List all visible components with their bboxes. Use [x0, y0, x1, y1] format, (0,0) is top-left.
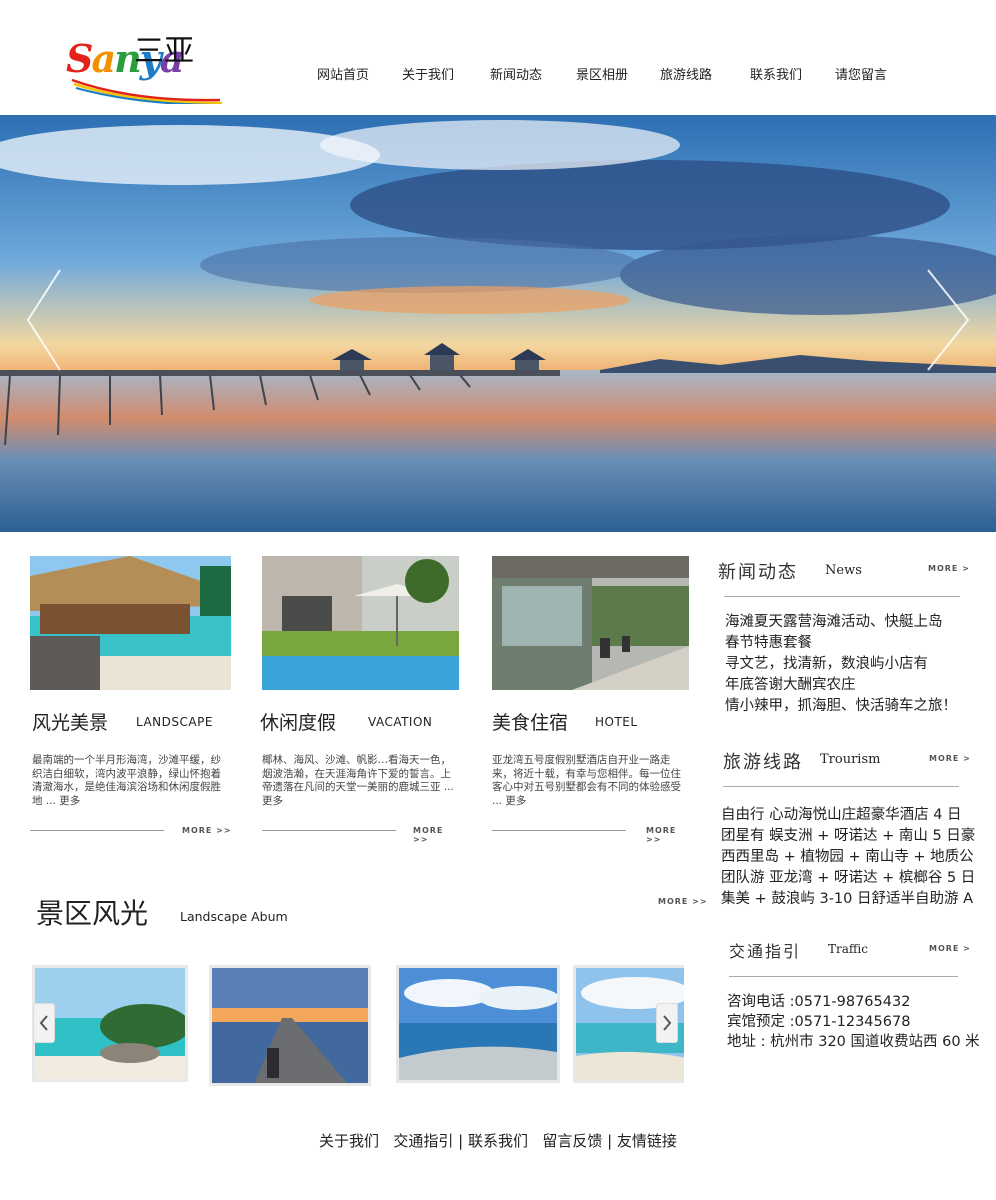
- feature-subtitle-vacation: VACATION: [368, 715, 433, 729]
- traffic-heading: 交通指引: [729, 942, 802, 961]
- booking-text: 宾馆预定 :0571-12345678: [727, 1014, 911, 1030]
- feature-title-landscape: 风光美景: [32, 712, 109, 734]
- news-section-header: 新闻动态 News MORE >: [718, 556, 978, 600]
- hotel-thumbnail-image[interactable]: [492, 556, 689, 690]
- album-more-link[interactable]: MORE >>: [658, 897, 708, 906]
- routes-section-header: 旅游线路 Trourism MORE >: [723, 746, 983, 790]
- news-item[interactable]: 海滩夏天露营海滩活动、快艇上岛: [725, 612, 987, 633]
- traffic-section-header: 交通指引 Traffic MORE >: [729, 937, 979, 981]
- site-footer: 关于我们 交通指引 | 联系我们 留言反馈 | 友情链接: [319, 1132, 677, 1150]
- nav-news[interactable]: 新闻动态: [490, 64, 542, 83]
- nav-routes[interactable]: 旅游线路: [660, 64, 712, 83]
- traffic-list: 咨询电话 :0571-98765432 宾馆预定 :0571-12345678 …: [727, 992, 989, 1052]
- feature-subtitle-landscape: LANDSCAPE: [136, 715, 213, 729]
- landscape-thumbnail-image[interactable]: [30, 556, 231, 690]
- divider: [729, 976, 958, 977]
- feature-card-landscape[interactable]: 风光美景 LANDSCAPE 最南端的一个半月形海湾，沙滩平缓，纱织洁白细软，湾…: [30, 556, 232, 846]
- news-list: 海滩夏天露营海滩活动、快艇上岛 春节特惠套餐 寻文艺，找清新，数浪屿小店有 年底…: [725, 612, 987, 717]
- traffic-heading-en: Traffic: [828, 942, 868, 956]
- address-text: 地址 : 杭州市 320 国道收费站西 60 米: [727, 1034, 980, 1050]
- news-heading-en: News: [825, 563, 862, 578]
- album-next-button[interactable]: [656, 1003, 678, 1043]
- route-item[interactable]: 西西里岛 + 植物园 + 南山寺 + 地质公: [721, 847, 977, 868]
- footer-link-about[interactable]: 关于我们: [319, 1132, 379, 1150]
- footer-link-traffic[interactable]: 交通指引: [393, 1132, 453, 1150]
- divider: [492, 830, 626, 831]
- chevron-right-icon[interactable]: [922, 265, 972, 375]
- footer-link-contact[interactable]: 联系我们: [468, 1132, 528, 1150]
- more-link-hotel[interactable]: MORE >>: [646, 826, 690, 844]
- news-item[interactable]: 春节特惠套餐: [725, 633, 987, 654]
- route-item[interactable]: 自由行 心动海悦山庄超豪华酒店 4 日: [721, 805, 977, 826]
- routes-heading: 旅游线路: [723, 752, 803, 773]
- feature-desc-landscape: 最南端的一个半月形海湾，沙滩平缓，纱织洁白细软，湾内波平浪静，绿山怀抱着清澈海水…: [32, 754, 221, 807]
- vacation-thumbnail-image[interactable]: [262, 556, 459, 690]
- divider: [724, 596, 960, 597]
- feature-desc-vacation: 椰林、海风、沙滩、帆影…看海天一色，烟波浩瀚，在天涯海角许下爱的誓言。上帝遗落在…: [262, 754, 454, 807]
- album-carousel: [32, 963, 684, 1087]
- album-prev-button[interactable]: [33, 1003, 55, 1043]
- feature-card-vacation[interactable]: 休闲度假 VACATION 椰林、海风、沙滩、帆影…看海天一色，烟波浩瀚，在天涯…: [260, 556, 460, 846]
- nav-about[interactable]: 关于我们: [402, 64, 454, 83]
- more-link-vacation[interactable]: MORE >>: [413, 826, 460, 844]
- chevron-left-icon: [39, 1015, 48, 1031]
- sanya-logo[interactable]: Sanya 三亚: [64, 24, 224, 108]
- nav-album[interactable]: 景区相册: [576, 64, 628, 83]
- chevron-left-icon[interactable]: [20, 265, 70, 375]
- routes-list: 自由行 心动海悦山庄超豪华酒店 4 日 团星有 蜈支洲 + 呀诺达 + 南山 5…: [721, 805, 977, 910]
- news-item[interactable]: 情小辣甲，抓海胆、快活骑车之旅！: [725, 696, 987, 717]
- hero-banner: [0, 115, 996, 532]
- routes-more-link[interactable]: MORE >: [929, 754, 971, 763]
- album-photo[interactable]: [396, 965, 560, 1083]
- feature-title-vacation: 休闲度假: [260, 712, 337, 734]
- divider: [30, 830, 164, 831]
- news-item[interactable]: 年底答谢大酬宾农庄: [725, 675, 987, 696]
- feature-title-hotel: 美食住宿: [492, 712, 569, 734]
- album-subheading: Landscape Abum: [180, 909, 288, 924]
- album-photo[interactable]: [32, 965, 188, 1082]
- feature-card-hotel[interactable]: 美食住宿 HOTEL 亚龙湾五号度假别墅酒店自开业一路走来，将近十载，有幸与您相…: [492, 556, 690, 846]
- footer-link-friends[interactable]: 友情链接: [617, 1132, 677, 1150]
- nav-home[interactable]: 网站首页: [317, 64, 369, 83]
- route-item[interactable]: 团星有 蜈支洲 + 呀诺达 + 南山 5 日豪: [721, 826, 977, 847]
- album-heading: 景区风光: [36, 897, 149, 930]
- chevron-right-icon: [663, 1015, 672, 1031]
- route-item[interactable]: 团队游 亚龙湾 + 呀诺达 + 槟榔谷 5 日: [721, 868, 977, 889]
- footer-link-feedback[interactable]: 留言反馈: [542, 1132, 602, 1150]
- divider: [262, 830, 396, 831]
- news-heading: 新闻动态: [718, 562, 798, 583]
- phone-text: 咨询电话 :0571-98765432: [727, 994, 911, 1010]
- album-photo[interactable]: [209, 965, 371, 1086]
- divider: [723, 786, 959, 787]
- traffic-more-link[interactable]: MORE >: [929, 944, 971, 953]
- banner-pier-sunset-image: [0, 115, 996, 532]
- routes-heading-en: Trourism: [820, 752, 881, 767]
- site-header: Sanya 三亚 网站首页 关于我们 新闻动态 景区相册 旅游线路 联系我们 请…: [0, 0, 996, 115]
- feature-subtitle-hotel: HOTEL: [595, 715, 638, 729]
- more-link-landscape[interactable]: MORE >>: [182, 826, 232, 835]
- logo-swoosh-icon: [71, 78, 223, 104]
- nav-message[interactable]: 请您留言: [835, 64, 887, 83]
- feature-desc-hotel: 亚龙湾五号度假别墅酒店自开业一路走来，将近十载，有幸与您相伴。每一位住客心中对五…: [492, 754, 681, 807]
- logo-hanzi: 三亚: [134, 34, 194, 69]
- nav-contact[interactable]: 联系我们: [750, 64, 802, 83]
- news-more-link[interactable]: MORE >: [928, 564, 970, 573]
- news-item[interactable]: 寻文艺，找清新，数浪屿小店有: [725, 654, 987, 675]
- route-item[interactable]: 集美 + 鼓浪屿 3-10 日舒适半自助游 A: [721, 889, 977, 910]
